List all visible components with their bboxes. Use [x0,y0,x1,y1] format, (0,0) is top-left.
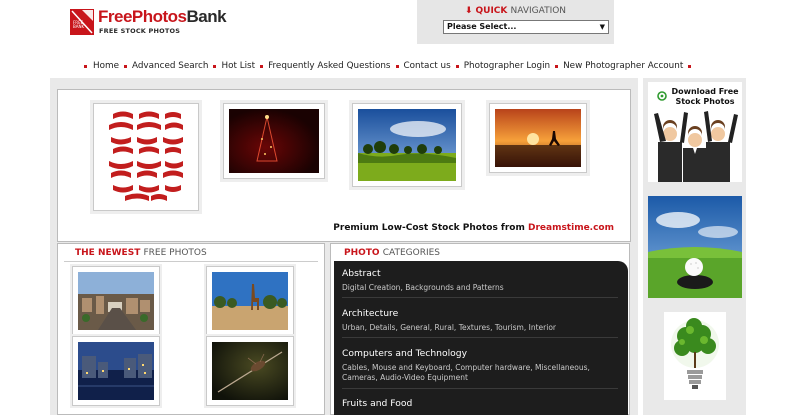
site-logo[interactable]: FREE BANK FreePhotosBank FREE STOCK PHOT… [70,7,227,38]
photo-categories-panel: PHOTO CATEGORIES Abstract Digital Creati… [330,243,630,415]
categories-list: Abstract Digital Creation, Backgrounds a… [334,261,628,415]
category-title[interactable]: Architecture [342,308,618,319]
banner-photo-sunset[interactable] [489,103,587,173]
quick-navigation: ⬇ QUICK NAVIGATION Please Select... ▼ [417,0,614,44]
newest-photos-title: THE NEWEST FREE PHOTOS [75,248,207,258]
divider [342,337,618,338]
bullet-icon [213,64,217,68]
sidebar-ad-golf[interactable] [648,196,742,298]
download-free-stock-photos-ad[interactable]: Download Free Stock Photos [648,82,742,182]
category-computers-technology[interactable]: Computers and Technology Cables, Mouse a… [342,348,618,383]
insect-image [212,342,288,400]
nav-photographer-login[interactable]: Photographer Login [464,61,550,71]
bullet-icon [84,64,87,68]
bullet-icon [688,64,692,68]
banner-photo-landscape[interactable] [352,103,462,187]
chevron-down-icon: ▼ [599,23,605,31]
landscape-image [358,109,456,181]
nav-home[interactable]: Home [93,61,119,71]
bullet-icon [555,64,559,68]
divider [64,261,318,262]
tree-image [229,109,319,173]
newest-photo-insect[interactable] [206,336,294,406]
banner-photo-tree[interactable] [223,103,325,179]
lightbulb-tree-image [664,312,726,400]
newest-photo-canal[interactable] [72,336,160,406]
category-title[interactable]: Computers and Technology [342,348,618,359]
nav-advanced-search[interactable]: Advanced Search [132,61,208,71]
quick-navigation-select[interactable]: Please Select... ▼ [443,20,609,34]
bullet-icon [395,64,399,68]
golf-ball-image [648,196,742,298]
newest-photo-giraffe[interactable] [206,266,294,336]
category-abstract[interactable]: Abstract Digital Creation, Backgrounds a… [342,268,618,293]
category-fruits-food[interactable]: Fruits and Food [342,398,618,409]
nav-hot-list[interactable]: Hot List [221,61,255,71]
ribbons-image [99,109,193,205]
giraffe-image [212,272,288,330]
quick-navigation-title: ⬇ QUICK NAVIGATION [464,6,567,16]
logo-mark-icon: FREE BANK [70,9,94,35]
swirl-icon [657,91,667,101]
dreamstime-link[interactable]: Dreamstime.com [528,223,614,233]
download-ad-label: Download Free Stock Photos [671,87,739,106]
newest-photo-city[interactable] [72,266,160,336]
category-description: Cables, Mouse and Keyboard, Computer har… [342,363,590,382]
sunset-image [495,109,581,167]
banner-photo-ribbons[interactable] [93,103,199,211]
bullet-icon [123,64,127,68]
city-image [78,272,154,330]
category-architecture[interactable]: Architecture Urban, Details, General, Ru… [342,308,618,333]
arrow-down-icon: ⬇ [464,6,473,16]
nav-new-photographer-account[interactable]: New Photographer Account [563,61,683,71]
photo-categories-title: PHOTO CATEGORIES [344,248,441,258]
sidebar-ad-lightbulb[interactable] [664,312,726,400]
divider [342,388,618,389]
logo-mark-text: FREE BANK [73,20,85,29]
divider [342,297,618,298]
newest-photos-panel: THE NEWEST FREE PHOTOS [57,243,325,415]
canal-image [78,342,154,400]
category-description: Urban, Details, General, Rural, Textures… [342,323,556,332]
logo-tagline: FREE STOCK PHOTOS [99,27,181,35]
bullet-icon [260,64,264,68]
main-navigation: Home Advanced Search Hot List Frequently… [84,60,696,72]
logo-brand: FreePhotosBank [98,7,227,26]
nav-faq[interactable]: Frequently Asked Questions [268,61,390,71]
category-title[interactable]: Fruits and Food [342,398,618,409]
category-title[interactable]: Abstract [342,268,618,279]
premium-photos-banner[interactable]: Premium Low-Cost Stock Photos from Dream… [57,89,631,242]
banner-caption: Premium Low-Cost Stock Photos from Dream… [333,223,614,233]
bullet-icon [455,64,459,68]
category-description: Digital Creation, Backgrounds and Patter… [342,283,504,292]
nav-contact-us[interactable]: Contact us [404,61,451,71]
